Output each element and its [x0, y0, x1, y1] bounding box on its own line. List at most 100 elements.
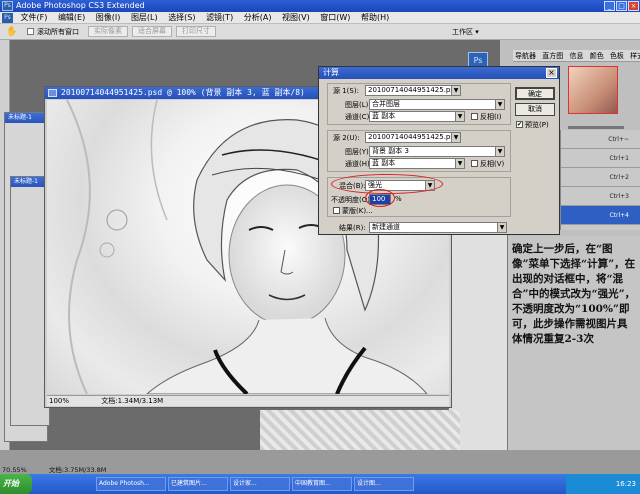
actual-pixels-button[interactable]: 实际像素	[88, 26, 128, 37]
dialog-close-button[interactable]: ×	[546, 68, 557, 78]
opacity-unit: %	[395, 195, 402, 203]
system-tray: 16:23	[566, 474, 640, 494]
taskbar-item[interactable]: Adobe Photosh...	[96, 477, 166, 491]
status-doc-info: 文档:3.75M/33.8M	[48, 466, 107, 474]
tab-swatches[interactable]: 色板	[608, 52, 626, 60]
channel-row[interactable]: Ctrl+~	[561, 130, 640, 149]
chevron-down-icon: ▼	[451, 133, 460, 142]
channel-row[interactable]: Ctrl+1	[561, 149, 640, 168]
menu-help[interactable]: 帮助(H)	[357, 12, 393, 24]
chevron-down-icon: ▼	[497, 223, 506, 232]
annotation-text: 确定上一步后，在“图像”菜单下选择“计算”，在出现的对话框中，将“混合”中的模式…	[512, 243, 636, 345]
app-title: Adobe Photoshop CS3 Extended	[16, 1, 145, 10]
source1-channel-label: 通道(C):	[345, 113, 372, 121]
photoshop-app-icon: Ps	[2, 1, 13, 11]
source2-layer-value: 背景 副本 3	[372, 147, 409, 155]
mask-checkbox[interactable]	[333, 207, 340, 214]
cancel-button[interactable]: 取消	[515, 103, 555, 116]
hand-tool-icon: ✋	[6, 27, 18, 37]
preview-label: 预览(P)	[525, 121, 549, 129]
scroll-all-label: 滚动所有窗口	[37, 28, 79, 36]
source2-label: 源 2(U):	[333, 134, 360, 142]
source2-layer-label: 图层(Y):	[345, 148, 372, 156]
chevron-down-icon: ▼	[451, 86, 460, 95]
taskbar-item[interactable]: 设计图...	[354, 477, 414, 491]
app-title-bar: Ps Adobe Photoshop CS3 Extended _ □ ×	[0, 0, 640, 12]
tab-info[interactable]: 信息	[567, 52, 585, 60]
menu-view[interactable]: 视图(V)	[278, 12, 314, 24]
document-icon	[48, 89, 57, 97]
print-size-button[interactable]: 打印尺寸	[176, 26, 216, 37]
options-bar: ✋ 滚动所有窗口 实际像素 适合屏幕 打印尺寸 工作区 ▾	[0, 24, 640, 40]
navigator-thumbnail[interactable]	[568, 66, 618, 114]
close-button[interactable]: ×	[628, 1, 639, 11]
tab-histogram[interactable]: 直方图	[540, 52, 565, 60]
result-value: 新建通道	[372, 223, 400, 231]
workspace-menu[interactable]: 工作区 ▾	[452, 27, 479, 37]
dialog-title-bar[interactable]: 计算 ×	[319, 67, 559, 79]
source2-channel-value: 蓝 副本	[372, 159, 396, 167]
tab-color[interactable]: 颜色	[588, 52, 606, 60]
result-select[interactable]: 新建通道 ▼	[369, 222, 507, 233]
source1-file-select[interactable]: 20100714044951425.psd ▼	[365, 85, 461, 96]
calculations-dialog: 计算 × 源 1(S): 20100714044951425.psd ▼ 图层(L…	[318, 66, 560, 235]
menu-filter[interactable]: 滤镜(T)	[202, 12, 237, 24]
status-zoom[interactable]: 70.55%	[2, 466, 27, 474]
document-status-bar: 100% 文档:1.34M/3.13M	[47, 395, 449, 406]
navigator-tabs: 导航器 直方图 信息 颜色 色板 样式	[513, 50, 640, 62]
channel-row[interactable]: Ctrl+2	[561, 168, 640, 187]
source1-file-value: 20100714044951425.psd	[368, 86, 459, 94]
tab-navigator[interactable]: 导航器	[513, 52, 538, 60]
source2-invert-checkbox[interactable]	[471, 160, 478, 167]
menu-image[interactable]: 图像(I)	[92, 12, 125, 24]
menu-file[interactable]: 文件(F)	[17, 12, 52, 24]
source2-file-select[interactable]: 20100714044951425.psd ▼	[365, 132, 461, 143]
chevron-down-icon: ▼	[495, 147, 504, 156]
taskbar-item[interactable]: 设计家...	[230, 477, 290, 491]
chevron-down-icon: ▼	[495, 100, 504, 109]
menu-bar: Ps 文件(F) 编辑(E) 图像(I) 图层(L) 选择(S) 滤镜(T) 分…	[0, 12, 640, 24]
source1-invert-checkbox[interactable]	[471, 113, 478, 120]
channel-row-selected[interactable]: Ctrl+4	[561, 206, 640, 225]
source1-invert-label: 反相(I)	[480, 113, 502, 121]
tab-styles[interactable]: 样式	[628, 52, 640, 60]
fit-screen-button[interactable]: 适合屏幕	[132, 26, 172, 37]
source1-layer-label: 图层(L):	[345, 101, 371, 109]
source1-layer-select[interactable]: 合并图层 ▼	[369, 99, 505, 110]
chevron-down-icon: ▼	[455, 159, 464, 168]
zoom-slider[interactable]	[568, 126, 624, 129]
preview-checkbox[interactable]: ✔	[516, 121, 523, 128]
document-title: 20100714044951425.psd @ 100% (背景 副本 3, 蓝…	[61, 88, 305, 97]
start-button[interactable]: 开始	[0, 474, 32, 494]
source2-file-value: 20100714044951425.psd	[368, 133, 459, 141]
source1-channel-select[interactable]: 蓝 副本 ▼	[369, 111, 465, 122]
menu-select[interactable]: 选择(S)	[164, 12, 199, 24]
taskbar-item[interactable]: 中国教育图...	[292, 477, 352, 491]
taskbar-item[interactable]: 已建筑图片...	[168, 477, 228, 491]
ok-button[interactable]: 确定	[515, 87, 555, 100]
ps-menu-logo: Ps	[2, 13, 13, 23]
channels-panel: Ctrl+~ Ctrl+1 Ctrl+2 Ctrl+3 Ctrl+4	[560, 130, 640, 230]
source2-channel-select[interactable]: 蓝 副本 ▼	[369, 158, 465, 169]
maximize-button[interactable]: □	[616, 1, 627, 11]
source1-layer-value: 合并图层	[372, 100, 400, 108]
menu-window[interactable]: 窗口(W)	[316, 12, 354, 24]
channel-row[interactable]: Ctrl+3	[561, 187, 640, 206]
menu-layer[interactable]: 图层(L)	[127, 12, 162, 24]
menu-analysis[interactable]: 分析(A)	[240, 12, 276, 24]
highlight-opacity-oval	[365, 189, 395, 207]
source2-invert-label: 反相(V)	[480, 160, 505, 168]
dialog-title: 计算	[323, 68, 339, 77]
clock: 16:23	[615, 480, 636, 488]
menu-edit[interactable]: 编辑(E)	[54, 12, 89, 24]
chevron-down-icon: ▼	[455, 112, 464, 121]
document-info: 文档:1.34M/3.13M	[101, 397, 164, 405]
mask-label: 蒙版(K)...	[342, 207, 373, 215]
minimize-button[interactable]: _	[604, 1, 615, 11]
document-zoom[interactable]: 100%	[47, 397, 69, 405]
result-label: 结果(R):	[339, 224, 366, 232]
scroll-all-checkbox[interactable]	[27, 28, 34, 35]
bg-window-title: 未标题-1	[5, 113, 47, 123]
source2-layer-select[interactable]: 背景 副本 3 ▼	[369, 146, 505, 157]
source1-channel-value: 蓝 副本	[372, 112, 396, 120]
